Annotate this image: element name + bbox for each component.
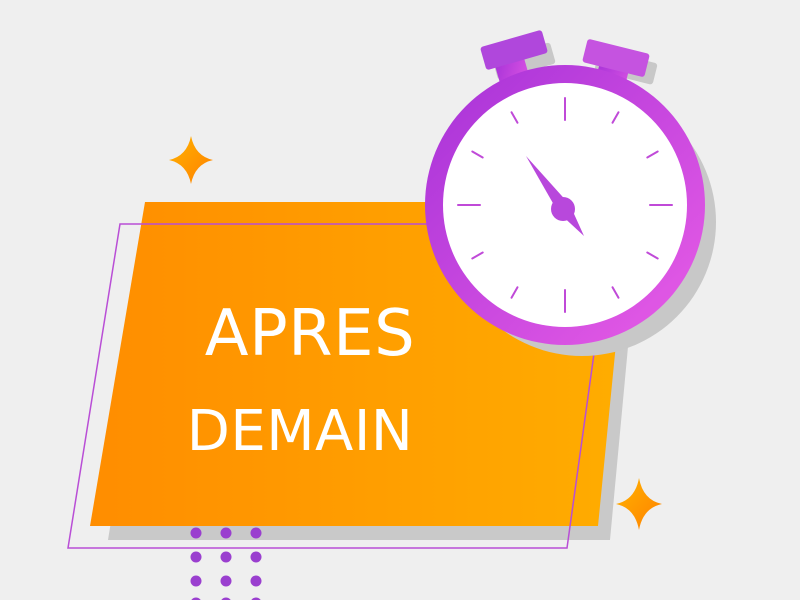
sparkle-icon [169, 136, 213, 184]
headline-line-1: APRES [204, 297, 416, 371]
sparkle-icon [616, 478, 662, 530]
illustration-canvas: APRES DEMAIN [0, 0, 800, 600]
headline-line-2: DEMAIN [186, 399, 414, 464]
